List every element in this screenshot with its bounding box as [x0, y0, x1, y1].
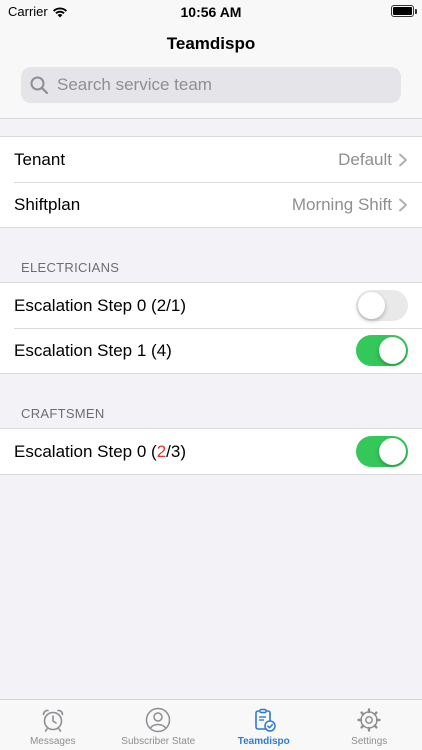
shiftplan-row[interactable]: Shiftplan Morning Shift: [0, 182, 422, 227]
tab-messages[interactable]: Messages: [0, 700, 106, 750]
section-header-craftsmen: CRAFTSMEN: [21, 406, 105, 421]
chevron-right-icon: [399, 153, 407, 166]
search-icon: [30, 76, 49, 95]
tab-settings[interactable]: Settings: [317, 700, 422, 750]
tab-label: Subscriber State: [121, 736, 196, 747]
escalation-toggle[interactable]: [356, 335, 408, 366]
electricians-group: Escalation Step 0 (2/1) Escalation Step …: [0, 282, 422, 374]
escalation-row: Escalation Step 1 (4): [0, 328, 422, 373]
tab-label: Settings: [351, 736, 388, 747]
status-bar: Carrier 10:56 AM: [0, 0, 422, 24]
tab-bar: Messages Subscriber State Teamdispo Sett…: [0, 699, 422, 750]
tab-label: Teamdispo: [237, 736, 290, 747]
tenant-label: Tenant: [14, 149, 66, 169]
escalation-toggle[interactable]: [356, 290, 408, 321]
settings-group: Tenant Default Shiftplan Morning Shift: [0, 136, 422, 228]
search-placeholder: Search service team: [57, 75, 212, 94]
escalation-row: Escalation Step 0 (2/1): [0, 283, 422, 328]
shiftplan-value: Morning Shift: [291, 194, 392, 214]
gear-icon: [357, 708, 381, 732]
search-input[interactable]: Search service team: [21, 67, 401, 103]
tab-subscriber-state[interactable]: Subscriber State: [106, 700, 212, 750]
tenant-row[interactable]: Tenant Default: [0, 137, 422, 182]
escalation-count-highlight: 2: [156, 441, 167, 461]
tab-teamdispo[interactable]: Teamdispo: [211, 700, 317, 750]
escalation-label: Escalation Step 0 (2/3): [14, 441, 187, 461]
tenant-value: Default: [338, 149, 392, 169]
craftsmen-group: Escalation Step 0 (2/3): [0, 428, 422, 475]
escalation-toggle[interactable]: [356, 436, 408, 467]
clipboard-check-icon: [254, 708, 276, 732]
status-time: 10:56 AM: [180, 4, 242, 20]
shiftplan-label: Shiftplan: [14, 194, 81, 214]
battery-icon: [391, 5, 417, 17]
tab-label: Messages: [29, 736, 76, 747]
navigation-bar: Teamdispo Search service team: [0, 24, 422, 119]
person-circle-icon: [146, 707, 171, 733]
chevron-right-icon: [399, 198, 407, 211]
page-title: Teamdispo: [166, 34, 256, 53]
escalation-row: Escalation Step 0 (2/3): [0, 429, 422, 474]
section-header-electricians: ELECTRICIANS: [21, 260, 120, 275]
escalation-label: Escalation Step 0 (2/1): [14, 295, 186, 315]
alarm-clock-icon: [42, 709, 64, 732]
escalation-label: Escalation Step 1 (4): [14, 340, 172, 360]
